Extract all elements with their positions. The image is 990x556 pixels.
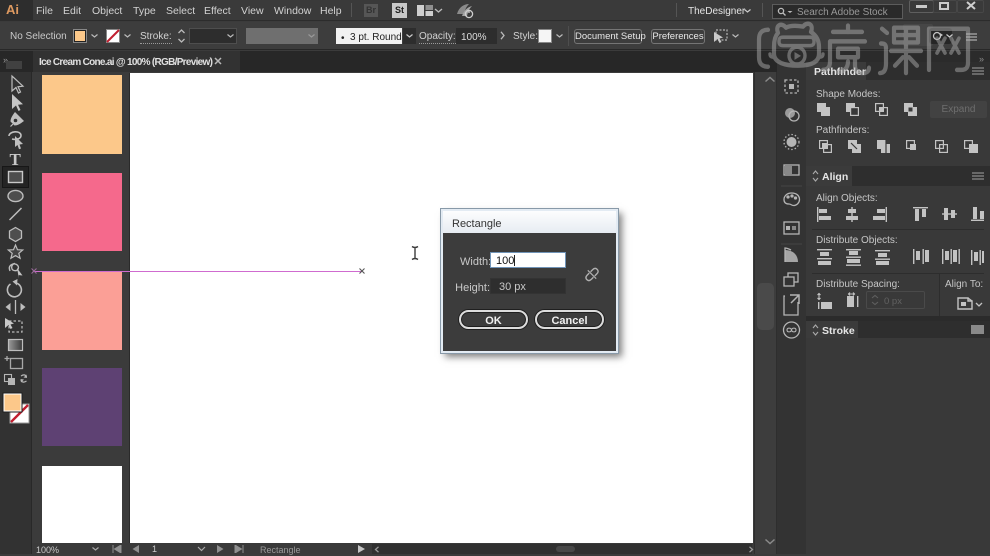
svg-text:1: 1 <box>152 545 157 553</box>
